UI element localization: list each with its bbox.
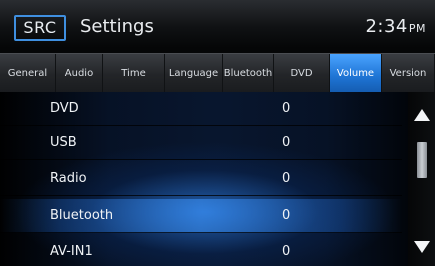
list-item-bluetooth[interactable]: Bluetooth 0 [0, 199, 402, 233]
list-item-av-in1[interactable]: AV-IN1 0 [0, 235, 402, 266]
list-item-label: AV-IN1 [50, 244, 93, 259]
list-item-usb[interactable]: USB 0 [0, 126, 402, 160]
tab-language[interactable]: Language [165, 54, 223, 92]
list-item-value: 0 [282, 208, 291, 223]
src-button[interactable]: SRC [14, 15, 66, 41]
tab-volume[interactable]: Volume [330, 54, 382, 92]
list-item-value: 0 [282, 171, 291, 186]
page-title: Settings [80, 16, 154, 37]
clock: 2:34PM [365, 15, 426, 41]
scroll-up-button[interactable] [411, 104, 433, 126]
tab-bluetooth[interactable]: Bluetooth [223, 54, 274, 92]
settings-screen: SRC Settings 2:34PM General Audio Time L… [0, 0, 435, 266]
scrollbar-thumb[interactable] [417, 142, 427, 178]
clock-time: 2:34 [365, 16, 408, 37]
list-item-value: 0 [282, 135, 291, 150]
tab-audio[interactable]: Audio [56, 54, 103, 92]
tab-version[interactable]: Version [382, 54, 435, 92]
list-item-label: USB [50, 135, 77, 150]
clock-ampm: PM [408, 22, 426, 35]
list-item-value: 0 [282, 244, 291, 259]
list-item-value: 0 [282, 101, 291, 116]
list-item-label: DVD [50, 101, 79, 116]
tab-dvd[interactable]: DVD [274, 54, 330, 92]
header-bar: SRC Settings 2:34PM [0, 0, 435, 48]
triangle-down-icon [414, 241, 430, 253]
scrollbar[interactable] [408, 92, 435, 266]
scroll-down-button[interactable] [411, 236, 433, 258]
tab-general[interactable]: General [0, 54, 56, 92]
volume-list: DVD 0 USB 0 Radio 0 Bluetooth 0 AV-IN1 0 [0, 92, 435, 266]
triangle-up-icon [414, 109, 430, 121]
list-item-label: Radio [50, 171, 87, 186]
list-item-radio[interactable]: Radio 0 [0, 162, 402, 196]
list-item-label: Bluetooth [50, 208, 114, 223]
settings-tabs: General Audio Time Language Bluetooth DV… [0, 53, 435, 93]
tab-time[interactable]: Time [103, 54, 165, 92]
list-item-dvd[interactable]: DVD 0 [0, 92, 402, 126]
